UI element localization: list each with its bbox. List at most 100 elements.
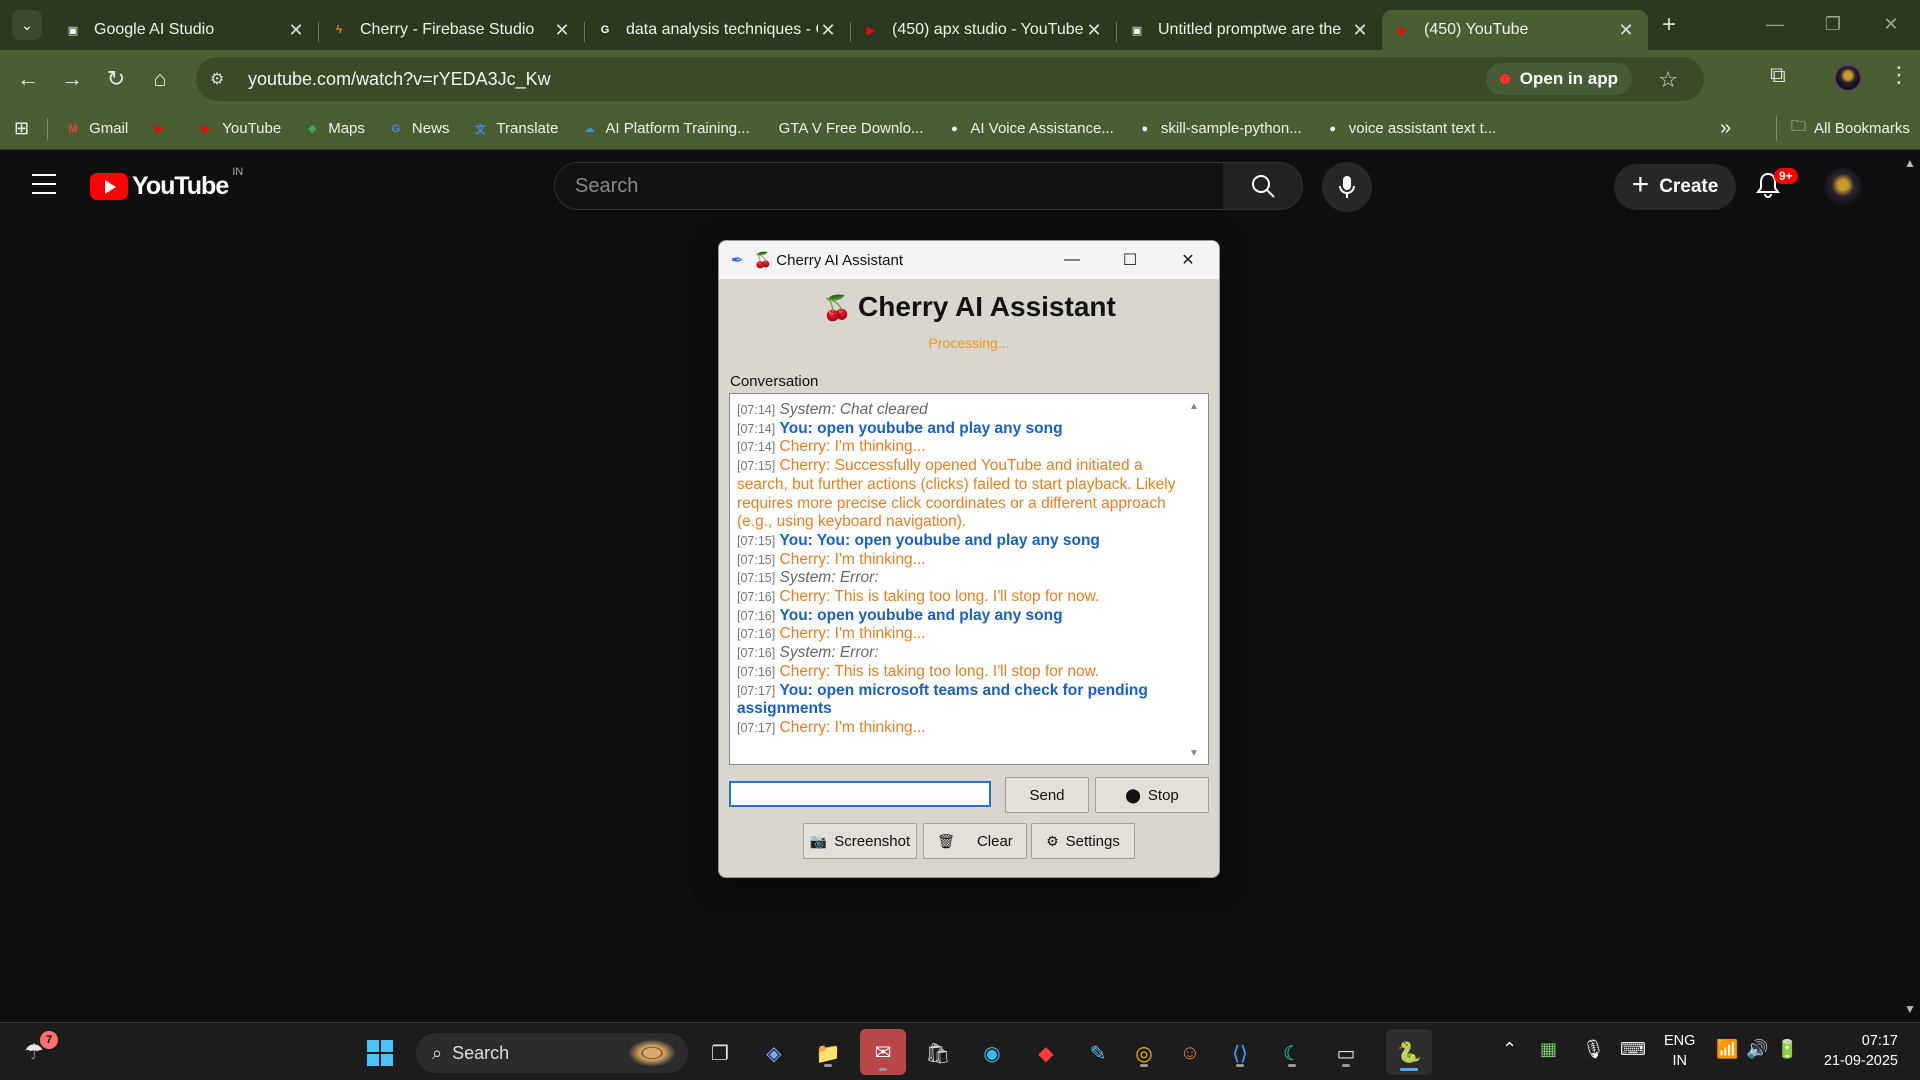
red-app-icon[interactable]: ◆	[1028, 1035, 1064, 1071]
start-button[interactable]	[362, 1035, 398, 1071]
conversation-message: [07:16] Cherry: I'm thinking...	[737, 625, 1182, 644]
wifi-icon[interactable]: 📶	[1716, 1039, 1738, 1060]
more-bookmarks-icon[interactable]: »	[1720, 117, 1731, 140]
outlook-icon[interactable]: ✉	[860, 1029, 906, 1075]
language-indicator[interactable]: ENG IN	[1664, 1031, 1695, 1071]
bookmark-item[interactable]: ● voice assistant text t...	[1324, 120, 1496, 138]
restore-icon[interactable]: ❐	[1804, 0, 1862, 48]
keyboard-icon[interactable]: ⌨	[1620, 1039, 1646, 1060]
tab-close-icon[interactable]: ✕	[1350, 20, 1370, 41]
clock-date: 21-09-2025	[1823, 1053, 1898, 1069]
show-hidden-icons[interactable]: ⌃	[1502, 1039, 1517, 1060]
bookmark-item[interactable]: G News	[387, 120, 450, 138]
bookmark-item[interactable]: ☁ AI Platform Training...	[580, 120, 750, 138]
task-view-icon[interactable]: ❐	[702, 1035, 738, 1071]
site-info-icon[interactable]: ⚙	[210, 69, 240, 89]
conversation-box[interactable]: [07:14] System: Chat cleared [07:14] You:…	[729, 393, 1209, 765]
tab-close-icon[interactable]: ✕	[552, 20, 572, 41]
terminal-icon[interactable]: ▭	[1328, 1035, 1364, 1071]
reload-icon[interactable]: ↻	[94, 66, 138, 92]
app-title-bar: ✒ 🍒 Cherry AI Assistant — ☐ ✕	[719, 241, 1219, 279]
browser-tab[interactable]: ▣ Untitled promptwe are the ✕	[1116, 10, 1383, 50]
tray-microphone-icon[interactable]: 🎙	[1582, 1039, 1605, 1060]
browser-tab[interactable]: ▶ (450) apx studio - YouTube ✕	[850, 10, 1117, 50]
microsoft-store-icon[interactable]: 🛍	[920, 1035, 956, 1071]
tab-title: data analysis techniques - G	[626, 21, 818, 38]
browser-tab[interactable]: ▣ Google AI Studio ✕	[52, 10, 319, 50]
volume-icon[interactable]: 🔊	[1746, 1039, 1768, 1060]
conversation-scrollbar[interactable]: ▲ ▼	[1186, 401, 1202, 759]
bookmark-item[interactable]: 文 Translate	[471, 120, 558, 138]
bookmark-item[interactable]: M Gmail	[64, 120, 129, 138]
lang-line1: ENG	[1664, 1033, 1696, 1049]
extensions-icon[interactable]: ⧉	[1770, 62, 1786, 88]
youtube-logo[interactable]: YouTube IN	[90, 166, 243, 201]
bookmark-item[interactable]: ▶	[150, 120, 175, 138]
create-button[interactable]: + Create	[1614, 164, 1736, 210]
scroll-up-icon[interactable]: ▲	[1189, 401, 1199, 412]
python-app-icon[interactable]: 🐍	[1386, 1029, 1432, 1075]
edge-icon[interactable]: ◉	[974, 1035, 1010, 1071]
app-minimize-icon[interactable]: —	[1043, 241, 1101, 279]
screenshot-button[interactable]: 📷 Screenshot	[803, 823, 917, 859]
guide-menu-icon[interactable]	[32, 174, 56, 201]
home-icon[interactable]: ⌂	[138, 66, 182, 92]
browser-window-controls: — ❐ ✕	[1746, 0, 1920, 48]
file-explorer-icon[interactable]: 📁	[810, 1035, 846, 1071]
weather-widget[interactable]: ☂ 7	[24, 1031, 58, 1065]
youtube-search-button[interactable]	[1223, 162, 1303, 210]
tab-close-icon[interactable]: ✕	[818, 20, 838, 41]
back-icon[interactable]: ←	[6, 66, 50, 92]
app-close-icon[interactable]: ✕	[1159, 241, 1217, 279]
browser-tab[interactable]: ▶ (450) YouTube ✕	[1382, 10, 1648, 50]
tab-close-icon[interactable]: ✕	[286, 20, 306, 41]
minimize-icon[interactable]: —	[1746, 0, 1804, 48]
clear-button[interactable]: 🗑 Clear	[923, 823, 1027, 859]
bookmark-label: skill-sample-python...	[1160, 120, 1302, 137]
tab-search-button[interactable]: ⌄	[12, 10, 42, 40]
new-tab-button[interactable]: +	[1662, 11, 1676, 39]
bookmark-item[interactable]: GTA V Free Downlo...	[772, 120, 924, 138]
bookmark-item[interactable]: ● AI Voice Assistance...	[945, 120, 1114, 138]
bookmark-item[interactable]: ◆ Maps	[303, 120, 365, 138]
avatar-app-icon[interactable]: ☺	[1172, 1035, 1208, 1071]
taskbar-search[interactable]: ⌕ Search	[416, 1033, 688, 1073]
bookmark-star-icon[interactable]: ☆	[1658, 67, 1678, 93]
open-in-app-button[interactable]: Open in app	[1485, 63, 1632, 95]
profile-avatar[interactable]	[1834, 64, 1862, 92]
scroll-up-arrow-icon[interactable]: ▲	[1904, 156, 1916, 170]
stop-button[interactable]: ⬤ Stop	[1095, 777, 1209, 813]
voice-search-button[interactable]	[1322, 162, 1372, 212]
scroll-down-icon[interactable]: ▼	[1189, 748, 1199, 759]
app-maximize-icon[interactable]: ☐	[1101, 241, 1159, 279]
copilot-icon[interactable]: ◈	[756, 1035, 792, 1071]
send-button[interactable]: Send	[1005, 777, 1089, 813]
browser-tab[interactable]: Gdata analysis techniques - G ✕	[584, 10, 851, 50]
chrome-icon[interactable]: ◎	[1126, 1035, 1162, 1071]
settings-button[interactable]: ⚙ Settings	[1031, 823, 1135, 859]
all-bookmarks-button[interactable]: 🗀 All Bookmarks	[1776, 116, 1910, 141]
battery-icon[interactable]: 🔋	[1776, 1039, 1798, 1060]
bookmarks-bar: ⊞ M Gmail ▶ ▶ YouTube ◆ Maps G News 文 Translate ☁ AI…	[0, 108, 1920, 150]
scroll-down-arrow-icon[interactable]: ▼	[1904, 1002, 1916, 1016]
tab-close-icon[interactable]: ✕	[1084, 20, 1104, 41]
youtube-search-input[interactable]: Search	[554, 162, 1224, 210]
omnibox[interactable]: ⚙ youtube.com/watch?v=rYEDA3Jc_Kw Open i…	[196, 57, 1704, 101]
vscode-icon[interactable]: ⟨⟩	[1222, 1035, 1258, 1071]
browser-menu-icon[interactable]: ⋮	[1888, 62, 1910, 88]
tray-app-icon[interactable]: ▦	[1540, 1039, 1557, 1060]
apps-grid-icon[interactable]: ⊞	[14, 118, 29, 139]
python-idle-icon[interactable]: ✎	[1080, 1035, 1116, 1071]
close-icon[interactable]: ✕	[1862, 0, 1920, 48]
bookmark-item[interactable]: ▶ YouTube	[197, 120, 281, 138]
browser-tab[interactable]: ϟ Cherry - Firebase Studio ✕	[318, 10, 585, 50]
forward-icon[interactable]: →	[50, 66, 94, 92]
bookmark-item[interactable]: ● skill-sample-python...	[1136, 120, 1302, 138]
edge-dev-icon[interactable]: ☾	[1274, 1035, 1310, 1071]
url-text[interactable]: youtube.com/watch?v=rYEDA3Jc_Kw	[248, 69, 551, 90]
clock[interactable]: 07:17 21-09-2025	[1806, 1031, 1898, 1071]
settings-label: Settings	[1065, 832, 1120, 850]
account-avatar[interactable]	[1824, 168, 1862, 206]
tab-close-icon[interactable]: ✕	[1616, 20, 1636, 41]
message-input[interactable]	[729, 781, 991, 807]
